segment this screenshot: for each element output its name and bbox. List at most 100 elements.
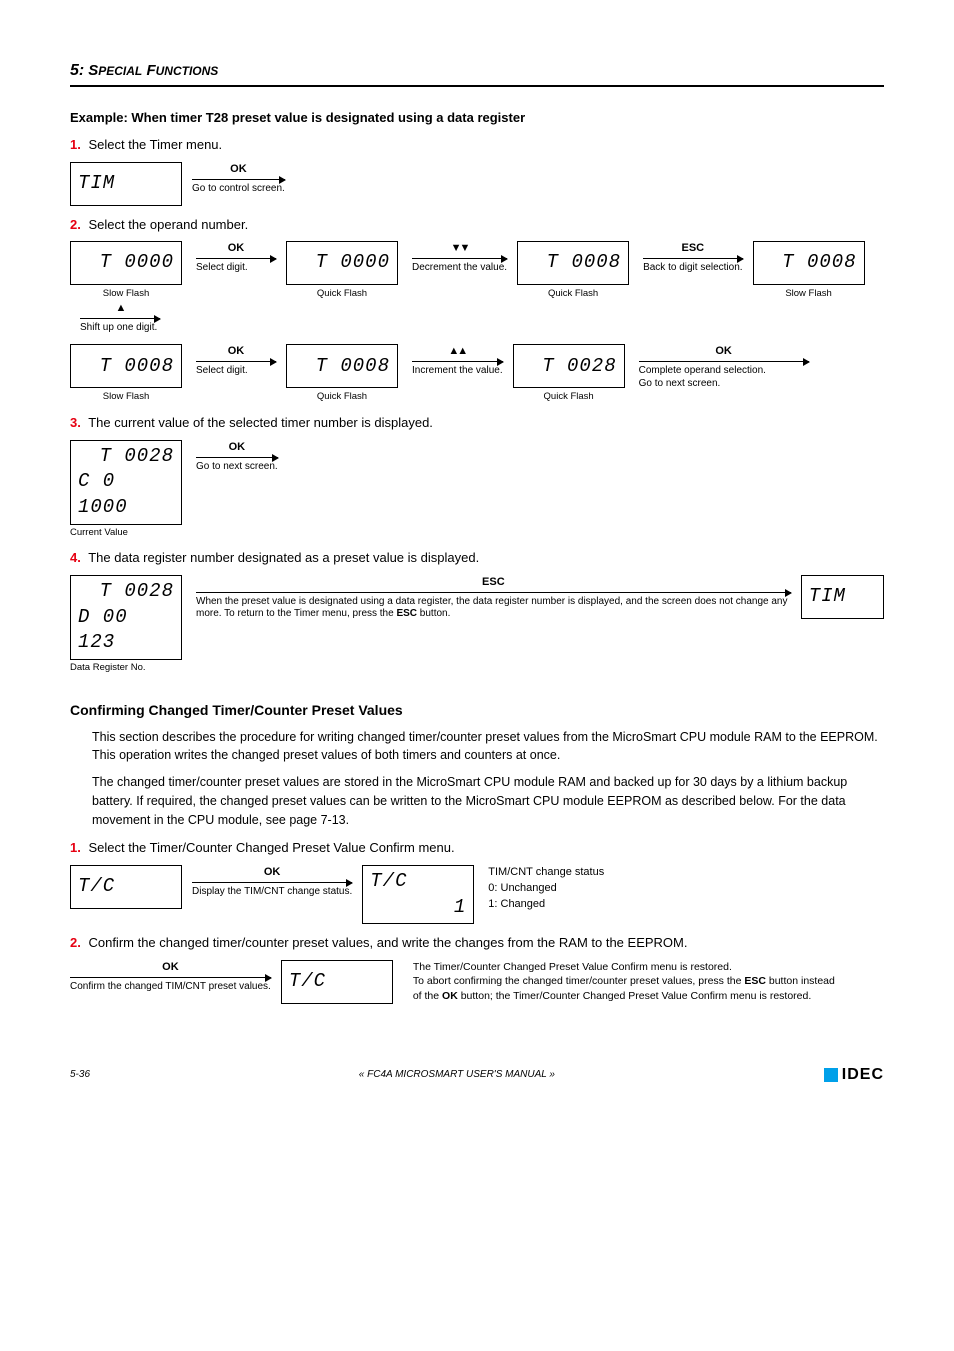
arrow-note: Decrement the value. — [412, 262, 507, 275]
example-title: Example: When timer T28 preset value is … — [70, 109, 884, 127]
caption-quick: Quick Flash — [548, 288, 598, 301]
esc-label: ESC — [643, 241, 743, 256]
lcd-t0008-a: T 0008 — [517, 241, 629, 285]
lcd-tc: T/C — [70, 865, 182, 909]
section-confirm-title: Confirming Changed Timer/Counter Preset … — [70, 701, 884, 720]
status-1: 1: Changed — [488, 897, 604, 913]
caption-slow: Slow Flash — [103, 288, 149, 301]
arrow-down: ▼▼ Decrement the value. — [412, 241, 507, 274]
arrow-note: Confirm the changed TIM/CNT preset value… — [70, 981, 271, 994]
step-3: 3. The current value of the selected tim… — [70, 414, 884, 432]
arrow-icon — [80, 318, 160, 319]
idec-square-icon — [824, 1068, 838, 1082]
lcd-t0000-b: T 0000 — [286, 241, 398, 285]
arrow-note: Shift up one digit. — [80, 322, 160, 335]
arrow-note: Go to control screen. — [192, 183, 285, 196]
arrow-icon — [70, 977, 271, 978]
lcd-t0008-b: T 0008 — [753, 241, 865, 285]
step-text: Select the Timer/Counter Changed Preset … — [88, 840, 454, 855]
status-title: TIM/CNT change status — [488, 865, 604, 881]
arrow-icon — [196, 361, 276, 362]
arrow-ok-2a: OK Select digit. — [196, 241, 276, 274]
ok-label: OK — [196, 241, 276, 256]
step-text: Select the operand number. — [88, 217, 248, 232]
section-p1: This section describes the procedure for… — [92, 728, 884, 766]
step-4: 4. The data register number designated a… — [70, 549, 884, 567]
restored-line-1: The Timer/Counter Changed Preset Value C… — [413, 960, 843, 975]
lcd-tc-restored: T/C — [281, 960, 393, 1004]
lcd-current-value: T 0028 C 0 1000 — [70, 440, 182, 525]
ok-label: OK — [192, 162, 285, 177]
arrow-icon — [412, 258, 507, 259]
data-register-label: Data Register No. — [70, 662, 146, 675]
chapter-number: 5: — [70, 60, 84, 82]
chapter-header: 5: SPECIAL FUNCTIONS — [70, 60, 884, 87]
arrow-up1: ▲ Shift up one digit. — [80, 301, 160, 334]
esc-label: ESC — [196, 575, 791, 590]
status-legend: TIM/CNT change status 0: Unchanged 1: Ch… — [488, 865, 604, 913]
restored-note: The Timer/Counter Changed Preset Value C… — [413, 960, 843, 1004]
caption-quick: Quick Flash — [317, 391, 367, 404]
arrow-note: Display the TIM/CNT change status. — [192, 886, 352, 899]
arrow-icon — [639, 361, 809, 362]
arrow-icon — [192, 179, 285, 180]
arrow-ok-tc: OK Display the TIM/CNT change status. — [192, 865, 352, 898]
arrow-ok-confirm: OK Confirm the changed TIM/CNT preset va… — [70, 960, 271, 993]
step-text: Select the Timer menu. — [88, 137, 222, 152]
caption-slow: Slow Flash — [103, 391, 149, 404]
step-2: 2. Select the operand number. — [70, 216, 884, 234]
step-num: 4. — [70, 550, 81, 565]
arrow-icon — [196, 457, 278, 458]
lcd-t0008-d: T 0008 — [286, 344, 398, 388]
ok-label: OK — [639, 344, 809, 359]
arrow-note: Select digit. — [196, 262, 276, 275]
lcd-t0000-a: T 0000 — [70, 241, 182, 285]
sect2-step-1: 1. Select the Timer/Counter Changed Pres… — [70, 839, 884, 857]
step-num: 1. — [70, 137, 81, 152]
caption-quick: Quick Flash — [544, 391, 594, 404]
lcd-data-register: T 0028 D 00 123 — [70, 575, 182, 660]
arrow-icon — [412, 361, 503, 362]
arrow-ok-3: OK Go to next screen. — [196, 440, 278, 473]
idec-logo: IDEC — [824, 1064, 884, 1086]
arrow-esc-4: ESC When the preset value is designated … — [196, 575, 791, 621]
lcd-t0028-a: T 0028 — [513, 344, 625, 388]
arrow-icon — [196, 592, 791, 593]
arrow-note: Increment the value. — [412, 365, 503, 378]
sect2-step-2: 2. Confirm the changed timer/counter pre… — [70, 934, 884, 952]
lcd-tc-status: T/C 1 — [362, 865, 474, 924]
page-number: 5-36 — [70, 1068, 90, 1082]
arrow-note: Go to next screen. — [196, 461, 278, 474]
lcd-tim-return: TIM — [801, 575, 884, 619]
ok-label: OK — [70, 960, 271, 975]
up-icon: ▲ — [80, 301, 160, 316]
arrow-note: Back to digit selection. — [643, 262, 743, 275]
arrow-up2: ▲▲ Increment the value. — [412, 344, 503, 377]
manual-title: « FC4A MICROSMART USER'S MANUAL » — [359, 1068, 555, 1082]
lcd-tim: TIM — [70, 162, 182, 206]
arrow-ok-complete: OK Complete operand selection. Go to nex… — [639, 344, 809, 390]
step-text: The current value of the selected timer … — [88, 415, 433, 430]
arrow-icon — [643, 258, 743, 259]
step-num: 2. — [70, 935, 81, 950]
lcd-t0008-c: T 0008 — [70, 344, 182, 388]
step-num: 3. — [70, 415, 81, 430]
chapter-title: SPECIAL FUNCTIONS — [88, 61, 218, 81]
step-text: The data register number designated as a… — [88, 550, 479, 565]
arrow-note: Complete operand selection. Go to next s… — [639, 365, 809, 390]
step-1: 1. Select the Timer menu. — [70, 136, 884, 154]
arrow-ok-2b: OK Select digit. — [196, 344, 276, 377]
ok-label: OK — [196, 344, 276, 359]
arrow-note: Select digit. — [196, 365, 276, 378]
step-text: Confirm the changed timer/counter preset… — [88, 935, 687, 950]
arrow-icon — [196, 258, 276, 259]
up-icon: ▲▲ — [412, 344, 503, 359]
restored-line-2: To abort confirming the changed timer/co… — [413, 974, 843, 1003]
ok-label: OK — [192, 865, 352, 880]
arrow-icon — [192, 882, 352, 883]
idec-text: IDEC — [842, 1064, 884, 1086]
step-num: 1. — [70, 840, 81, 855]
step-num: 2. — [70, 217, 81, 232]
ok-label: OK — [196, 440, 278, 455]
arrow-esc: ESC Back to digit selection. — [643, 241, 743, 274]
